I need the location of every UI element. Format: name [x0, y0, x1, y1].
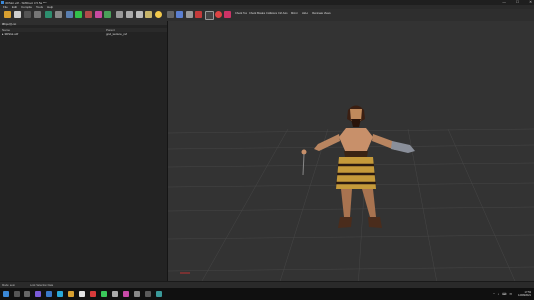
tray-volume-icon[interactable]: ♪: [498, 292, 500, 296]
clock-date: 12/08/2021: [518, 293, 531, 297]
object-list-panel: Object List ✕ ▢ Name Parent ▸ 3DSlot.vdf…: [0, 21, 168, 288]
bone-tool-icon[interactable]: [116, 10, 123, 18]
record-icon[interactable]: [195, 10, 202, 18]
bulb-icon[interactable]: [155, 10, 162, 18]
tray-keyboard-icon[interactable]: ⌨: [502, 292, 506, 296]
palette-icon[interactable]: [95, 10, 102, 18]
tray-chevron-icon[interactable]: ^: [493, 292, 494, 296]
3d-viewport[interactable]: Z:0 Dir:Pos:Ang / 3DSlot/Vertex/X,Y,Z Cu…: [168, 21, 534, 288]
camera-icon[interactable]: [34, 10, 41, 18]
select-tool-icon[interactable]: [45, 10, 52, 18]
column-header: Name Parent: [0, 28, 167, 32]
check-tex-button[interactable]: Check Tex: [235, 12, 247, 15]
panel-header: Object List ✕ ▢: [0, 21, 167, 26]
app8-icon[interactable]: [134, 291, 140, 297]
status-mode: Mode: auto: [2, 284, 15, 287]
skeleton-icon[interactable]: [85, 10, 92, 18]
viewport-scene: [168, 105, 534, 288]
check-breaks-button[interactable]: Check Breaks: [249, 12, 265, 15]
task-view-icon[interactable]: [24, 291, 30, 297]
app2-icon[interactable]: [46, 291, 52, 297]
wireframe-icon[interactable]: [186, 10, 193, 18]
app4-icon[interactable]: [90, 291, 96, 297]
cloud-icon[interactable]: [136, 10, 143, 18]
tray-notification-icon[interactable]: ✉: [509, 292, 512, 296]
window-title: 3DSlot.vdf - SMDtool 3.5.5a ***: [5, 0, 47, 5]
tree-row[interactable]: ▸ 3DSlot.vdf gnd_texture_ref: [0, 32, 167, 36]
tree-item-name: ▸ 3DSlot.vdf: [2, 32, 19, 36]
move-tool-icon[interactable]: [55, 10, 62, 18]
hilo-button[interactable]: Hi/Lo: [302, 12, 308, 15]
app10-icon[interactable]: [156, 291, 162, 297]
app1-icon[interactable]: [35, 291, 41, 297]
panel-buttons[interactable]: ✕ ▢: [2, 22, 165, 26]
ctrl-axis-button[interactable]: Ctrl Axis: [278, 12, 288, 15]
edge-icon[interactable]: [57, 291, 63, 297]
explorer-icon[interactable]: [68, 291, 74, 297]
clock[interactable]: 17:53 12/08/2021: [518, 291, 531, 297]
status-lock: Lock Selection Data: [30, 284, 54, 287]
app5-icon[interactable]: [101, 291, 107, 297]
save-icon[interactable]: [14, 10, 21, 18]
texture-green-icon[interactable]: [75, 10, 82, 18]
light-icon[interactable]: [145, 10, 152, 18]
tree-item-parent: gnd_texture_ref: [106, 32, 128, 36]
illuminate-views-button[interactable]: Illuminate Views: [312, 12, 331, 15]
collisions-button[interactable]: Collisions: [266, 12, 277, 15]
start-icon[interactable]: [3, 291, 9, 297]
app3-icon[interactable]: [79, 291, 85, 297]
mesh-icon[interactable]: [66, 10, 73, 18]
app9-icon[interactable]: [145, 291, 151, 297]
snap-icon[interactable]: [167, 10, 174, 18]
app6-icon[interactable]: [112, 291, 118, 297]
system-tray: ^ ♪ ⌨ ✉: [493, 292, 512, 296]
eye-icon[interactable]: [126, 10, 133, 18]
globe-icon[interactable]: [104, 10, 111, 18]
no-entry-icon[interactable]: [224, 10, 231, 18]
warrior-model: [301, 105, 415, 228]
taskbar: ^ ♪ ⌨ ✉ 17:53 12/08/2021: [0, 288, 534, 300]
search-icon[interactable]: [14, 291, 20, 297]
mirror-button[interactable]: Mirror: [291, 12, 298, 15]
stop-icon[interactable]: [205, 10, 214, 20]
grid-icon[interactable]: [24, 10, 31, 18]
open-folder-icon[interactable]: [4, 10, 11, 18]
target-icon[interactable]: [215, 10, 222, 18]
app-icon: [1, 1, 4, 4]
app7-icon[interactable]: [123, 291, 129, 297]
axis-icon[interactable]: [176, 10, 183, 18]
